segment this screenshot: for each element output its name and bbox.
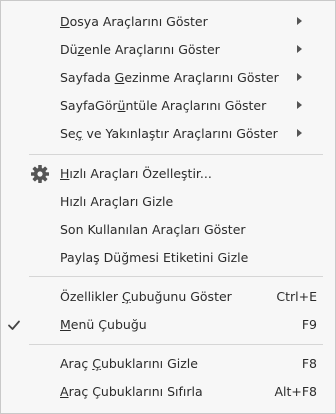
menu-item-hizli-araclari-gizle[interactable]: Hızlı Araçları Gizle — [1, 188, 335, 216]
shortcut-label: Alt+F8 — [274, 384, 317, 399]
access-key: D — [60, 14, 70, 29]
submenu-arrow-icon — [297, 73, 302, 81]
access-key: H — [60, 166, 70, 181]
menu-separator — [29, 344, 323, 345]
menu-item-paylas-dugmesi-etiketi[interactable]: Paylaş Düğmesi Etiketini Gizle — [1, 244, 335, 272]
menu-item-ozellikler-cubugu[interactable]: Özellikler Çubuğunu Göster Ctrl+E — [1, 283, 335, 311]
shortcut-label: Ctrl+E — [276, 289, 317, 304]
menu-item-label: Araç — [60, 356, 93, 371]
gear-icon — [29, 164, 51, 184]
menu-item-menu-cubugu[interactable]: Menü Çubuğu F9 — [1, 311, 335, 339]
menu-item-arac-cubuklarini-gizle[interactable]: Araç Çubuklarını Gizle F8 — [1, 350, 335, 378]
checkmark-icon — [7, 315, 29, 335]
menu-item-label: ezinme Araçlarını Göster — [124, 70, 279, 85]
submenu-arrow-icon — [297, 17, 302, 25]
menu-item-label: enle Araçlarını Göster — [84, 42, 220, 57]
menu-item-label: ntüle Araçlarını Göster — [125, 98, 267, 113]
menu-item-label: Hızlı Araçları Gizle — [60, 194, 174, 209]
menu-separator — [29, 276, 323, 277]
menu-item-arac-cubuklarini-sifirla[interactable]: Araç Çubuklarını Sıfırla Alt+F8 — [1, 378, 335, 406]
menu-item-label: Se — [60, 126, 76, 141]
menu-item-label: enü Çubuğu — [70, 317, 147, 332]
menu-item-son-kullanilan-araclar[interactable]: Son Kullanılan Araçları Göster — [1, 216, 335, 244]
shortcut-label: F9 — [301, 317, 317, 332]
menu-item-duzenle-araclari[interactable]: Düzenle Araçlarını Göster — [1, 36, 335, 64]
menu-item-label: Dü — [60, 42, 78, 57]
menu-item-dosya-araclari[interactable]: Dosya Araçlarını Göster — [1, 8, 335, 36]
menu-item-label: SayfaGör — [60, 98, 118, 113]
menu-item-label: Paylaş Düğmesi Etiketini Gizle — [60, 250, 249, 265]
access-key: Ç — [92, 356, 101, 371]
access-key: ç — [75, 126, 83, 141]
menu-item-label: ızlı Araçları Özelleştir... — [69, 166, 212, 181]
menu-item-gezinme-araclari[interactable]: Sayfada Gezinme Araçlarını Göster — [1, 64, 335, 92]
access-key: A — [60, 384, 69, 399]
access-key: M — [60, 317, 71, 332]
context-menu: Dosya Araçlarını Göster Düzenle Araçları… — [0, 0, 336, 414]
submenu-arrow-icon — [297, 129, 302, 137]
menu-separator — [29, 154, 323, 155]
menu-item-label: osya Araçlarını Göster — [69, 14, 208, 29]
submenu-arrow-icon — [297, 101, 302, 109]
shortcut-label: F8 — [301, 356, 317, 371]
menu-item-label: Özellikler — [60, 289, 123, 304]
menu-item-label: ve Yakınlaştır Araçlarını Göster — [82, 126, 278, 141]
menu-item-label: ubuklarını Gizle — [100, 356, 198, 371]
menu-item-label: raç Çubuklarını Sıfırla — [68, 384, 203, 399]
access-key: G — [114, 70, 125, 85]
access-key: Ç — [122, 289, 131, 304]
menu-item-label: ubuğunu Göster — [130, 289, 232, 304]
menu-item-label: Son Kullanılan Araçları Göster — [60, 222, 246, 237]
submenu-arrow-icon — [297, 45, 302, 53]
menu-item-sec-yakinlastir-araclari[interactable]: Seç ve Yakınlaştır Araçlarını Göster — [1, 120, 335, 148]
menu-item-hizli-araclari-ozellestir[interactable]: Hızlı Araçları Özelleştir... — [1, 160, 335, 188]
menu-item-sayfa-goruntule-araclari[interactable]: SayfaGörüntüle Araçlarını Göster — [1, 92, 335, 120]
menu-item-label: Sayfada — [60, 70, 115, 85]
